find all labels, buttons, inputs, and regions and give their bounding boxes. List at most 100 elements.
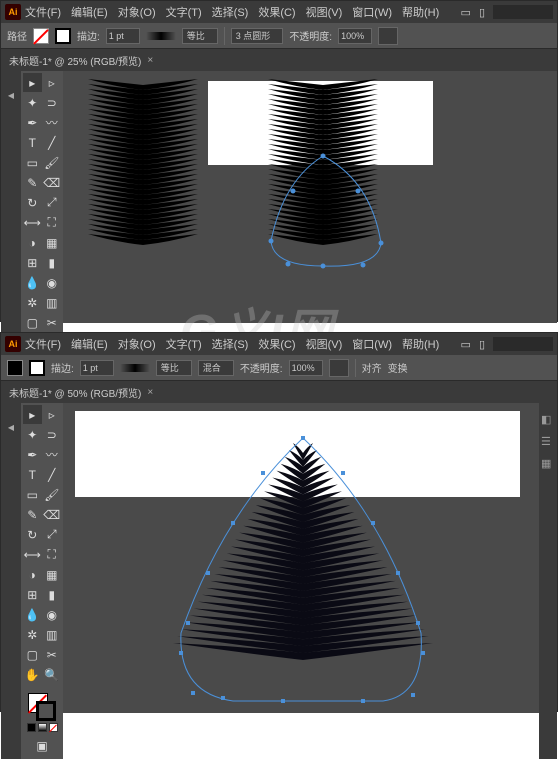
type-tool[interactable]: T bbox=[23, 465, 42, 484]
menu-help[interactable]: 帮助(H) bbox=[402, 336, 439, 352]
artboard-tool[interactable]: ▢ bbox=[23, 645, 42, 664]
search-input[interactable] bbox=[493, 337, 553, 351]
none-mode[interactable] bbox=[49, 723, 58, 732]
blend-tool[interactable]: ◉ bbox=[43, 605, 62, 624]
perspective-tool[interactable]: ▦ bbox=[43, 565, 62, 584]
lasso-tool[interactable]: ⊃ bbox=[43, 93, 62, 112]
width-tool[interactable]: ⟷ bbox=[23, 213, 42, 232]
shaper-tool[interactable]: ✎ bbox=[23, 173, 42, 192]
magic-wand-tool[interactable]: ✦ bbox=[23, 93, 42, 112]
shape-builder-tool[interactable]: ◑ bbox=[23, 233, 42, 252]
hand-tool[interactable]: ✋ bbox=[23, 665, 42, 684]
eyedropper-tool[interactable]: 💧 bbox=[23, 605, 42, 624]
artboard-tool[interactable]: ▢ bbox=[23, 313, 42, 332]
layers-panel-icon[interactable]: ☰ bbox=[541, 435, 555, 449]
magic-wand-tool[interactable]: ✦ bbox=[23, 425, 42, 444]
gradient-tool[interactable]: ▮ bbox=[43, 585, 62, 604]
menu-object[interactable]: 对象(O) bbox=[118, 4, 156, 20]
selection-tool[interactable]: ▸ bbox=[23, 73, 42, 92]
graph-tool[interactable]: ▥ bbox=[43, 625, 62, 644]
menu-type[interactable]: 文字(T) bbox=[166, 336, 202, 352]
color-mode[interactable] bbox=[27, 723, 36, 732]
curvature-tool[interactable]: 〰 bbox=[43, 445, 62, 464]
layout-icon[interactable]: ▭ bbox=[461, 338, 471, 351]
fill-swatch[interactable] bbox=[33, 28, 49, 44]
menu-object[interactable]: 对象(O) bbox=[118, 336, 156, 352]
paintbrush-tool[interactable]: 🖌 bbox=[43, 485, 62, 504]
search-input[interactable] bbox=[493, 5, 553, 19]
eraser-tool[interactable]: ⌫ bbox=[43, 505, 62, 524]
artwork-ribbed-large[interactable] bbox=[163, 433, 443, 713]
eyedropper-tool[interactable]: 💧 bbox=[23, 273, 42, 292]
fill-swatch[interactable] bbox=[7, 360, 23, 376]
libraries-panel-icon[interactable]: ▦ bbox=[541, 457, 555, 471]
stroke-preview[interactable] bbox=[146, 32, 176, 40]
opacity-input[interactable] bbox=[289, 360, 323, 376]
scale-tool[interactable]: ⤢ bbox=[43, 525, 62, 544]
stroke-weight-input[interactable] bbox=[80, 360, 114, 376]
document-tab[interactable]: 未标题-1* @ 25% (RGB/预览) × bbox=[9, 53, 153, 68]
menu-window[interactable]: 窗口(W) bbox=[352, 4, 392, 20]
opacity-input[interactable] bbox=[338, 28, 372, 44]
canvas[interactable] bbox=[63, 403, 557, 713]
align-label[interactable]: 对齐 bbox=[362, 360, 382, 375]
stroke-style-dropdown[interactable]: 等比 bbox=[156, 360, 192, 376]
paintbrush-tool[interactable]: 🖌 bbox=[43, 153, 62, 172]
curvature-tool[interactable]: 〰 bbox=[43, 113, 62, 132]
layout-icon[interactable]: ▭ bbox=[461, 6, 471, 19]
stroke-style-dropdown[interactable]: 等比 bbox=[182, 28, 218, 44]
direct-selection-tool[interactable]: ▹ bbox=[43, 405, 62, 424]
menu-type[interactable]: 文字(T) bbox=[166, 4, 202, 20]
pref-button[interactable] bbox=[378, 27, 398, 45]
menu-help[interactable]: 帮助(H) bbox=[402, 4, 439, 20]
blend-tool[interactable]: ◉ bbox=[43, 273, 62, 292]
pen-tool[interactable]: ✒ bbox=[23, 445, 42, 464]
stroke-swatch[interactable] bbox=[29, 360, 45, 376]
symbol-sprayer-tool[interactable]: ✲ bbox=[23, 625, 42, 644]
menu-view[interactable]: 视图(V) bbox=[306, 4, 343, 20]
collapse-arrow-icon[interactable]: ◀ bbox=[8, 423, 14, 432]
properties-panel-icon[interactable]: ◧ bbox=[541, 413, 555, 427]
pen-tool[interactable]: ✒ bbox=[23, 113, 42, 132]
screen-mode-button[interactable]: ▣ bbox=[33, 736, 52, 755]
free-transform-tool[interactable]: ⛶ bbox=[43, 545, 62, 564]
menu-edit[interactable]: 编辑(E) bbox=[71, 336, 108, 352]
transform-label[interactable]: 变换 bbox=[388, 360, 408, 375]
line-tool[interactable]: ╱ bbox=[43, 133, 62, 152]
stroke-weight-input[interactable] bbox=[106, 28, 140, 44]
menu-file[interactable]: 文件(F) bbox=[25, 336, 61, 352]
line-tool[interactable]: ╱ bbox=[43, 465, 62, 484]
slice-tool[interactable]: ✂ bbox=[43, 645, 62, 664]
scale-tool[interactable]: ⤢ bbox=[43, 193, 62, 212]
document-tab[interactable]: 未标题-1* @ 50% (RGB/预览) × bbox=[9, 385, 153, 400]
stroke-swatch[interactable] bbox=[55, 28, 71, 44]
pref-button[interactable] bbox=[329, 359, 349, 377]
menu-effect[interactable]: 效果(C) bbox=[258, 336, 295, 352]
canvas[interactable] bbox=[63, 71, 557, 323]
type-tool[interactable]: T bbox=[23, 133, 42, 152]
collapse-arrow-icon[interactable]: ◀ bbox=[8, 91, 14, 100]
eraser-tool[interactable]: ⌫ bbox=[43, 173, 62, 192]
arrange-icon[interactable]: ▯ bbox=[479, 6, 485, 19]
fill-stroke-indicator[interactable] bbox=[28, 693, 56, 721]
rectangle-tool[interactable]: ▭ bbox=[23, 153, 42, 172]
selection-tool[interactable]: ▸ bbox=[23, 405, 42, 424]
stroke-preview[interactable] bbox=[120, 364, 150, 372]
selection-path[interactable] bbox=[263, 151, 403, 276]
menu-file[interactable]: 文件(F) bbox=[25, 4, 61, 20]
close-icon[interactable]: × bbox=[147, 55, 153, 66]
symbol-sprayer-tool[interactable]: ✲ bbox=[23, 293, 42, 312]
perspective-tool[interactable]: ▦ bbox=[43, 233, 62, 252]
close-icon[interactable]: × bbox=[147, 387, 153, 398]
menu-select[interactable]: 选择(S) bbox=[212, 4, 249, 20]
arrange-icon[interactable]: ▯ bbox=[479, 338, 485, 351]
shaper-tool[interactable]: ✎ bbox=[23, 505, 42, 524]
mesh-tool[interactable]: ⊞ bbox=[23, 585, 42, 604]
gradient-tool[interactable]: ▮ bbox=[43, 253, 62, 272]
rectangle-tool[interactable]: ▭ bbox=[23, 485, 42, 504]
direct-selection-tool[interactable]: ▹ bbox=[43, 73, 62, 92]
rotate-tool[interactable]: ↻ bbox=[23, 193, 42, 212]
lasso-tool[interactable]: ⊃ bbox=[43, 425, 62, 444]
menu-effect[interactable]: 效果(C) bbox=[258, 4, 295, 20]
rotate-tool[interactable]: ↻ bbox=[23, 525, 42, 544]
